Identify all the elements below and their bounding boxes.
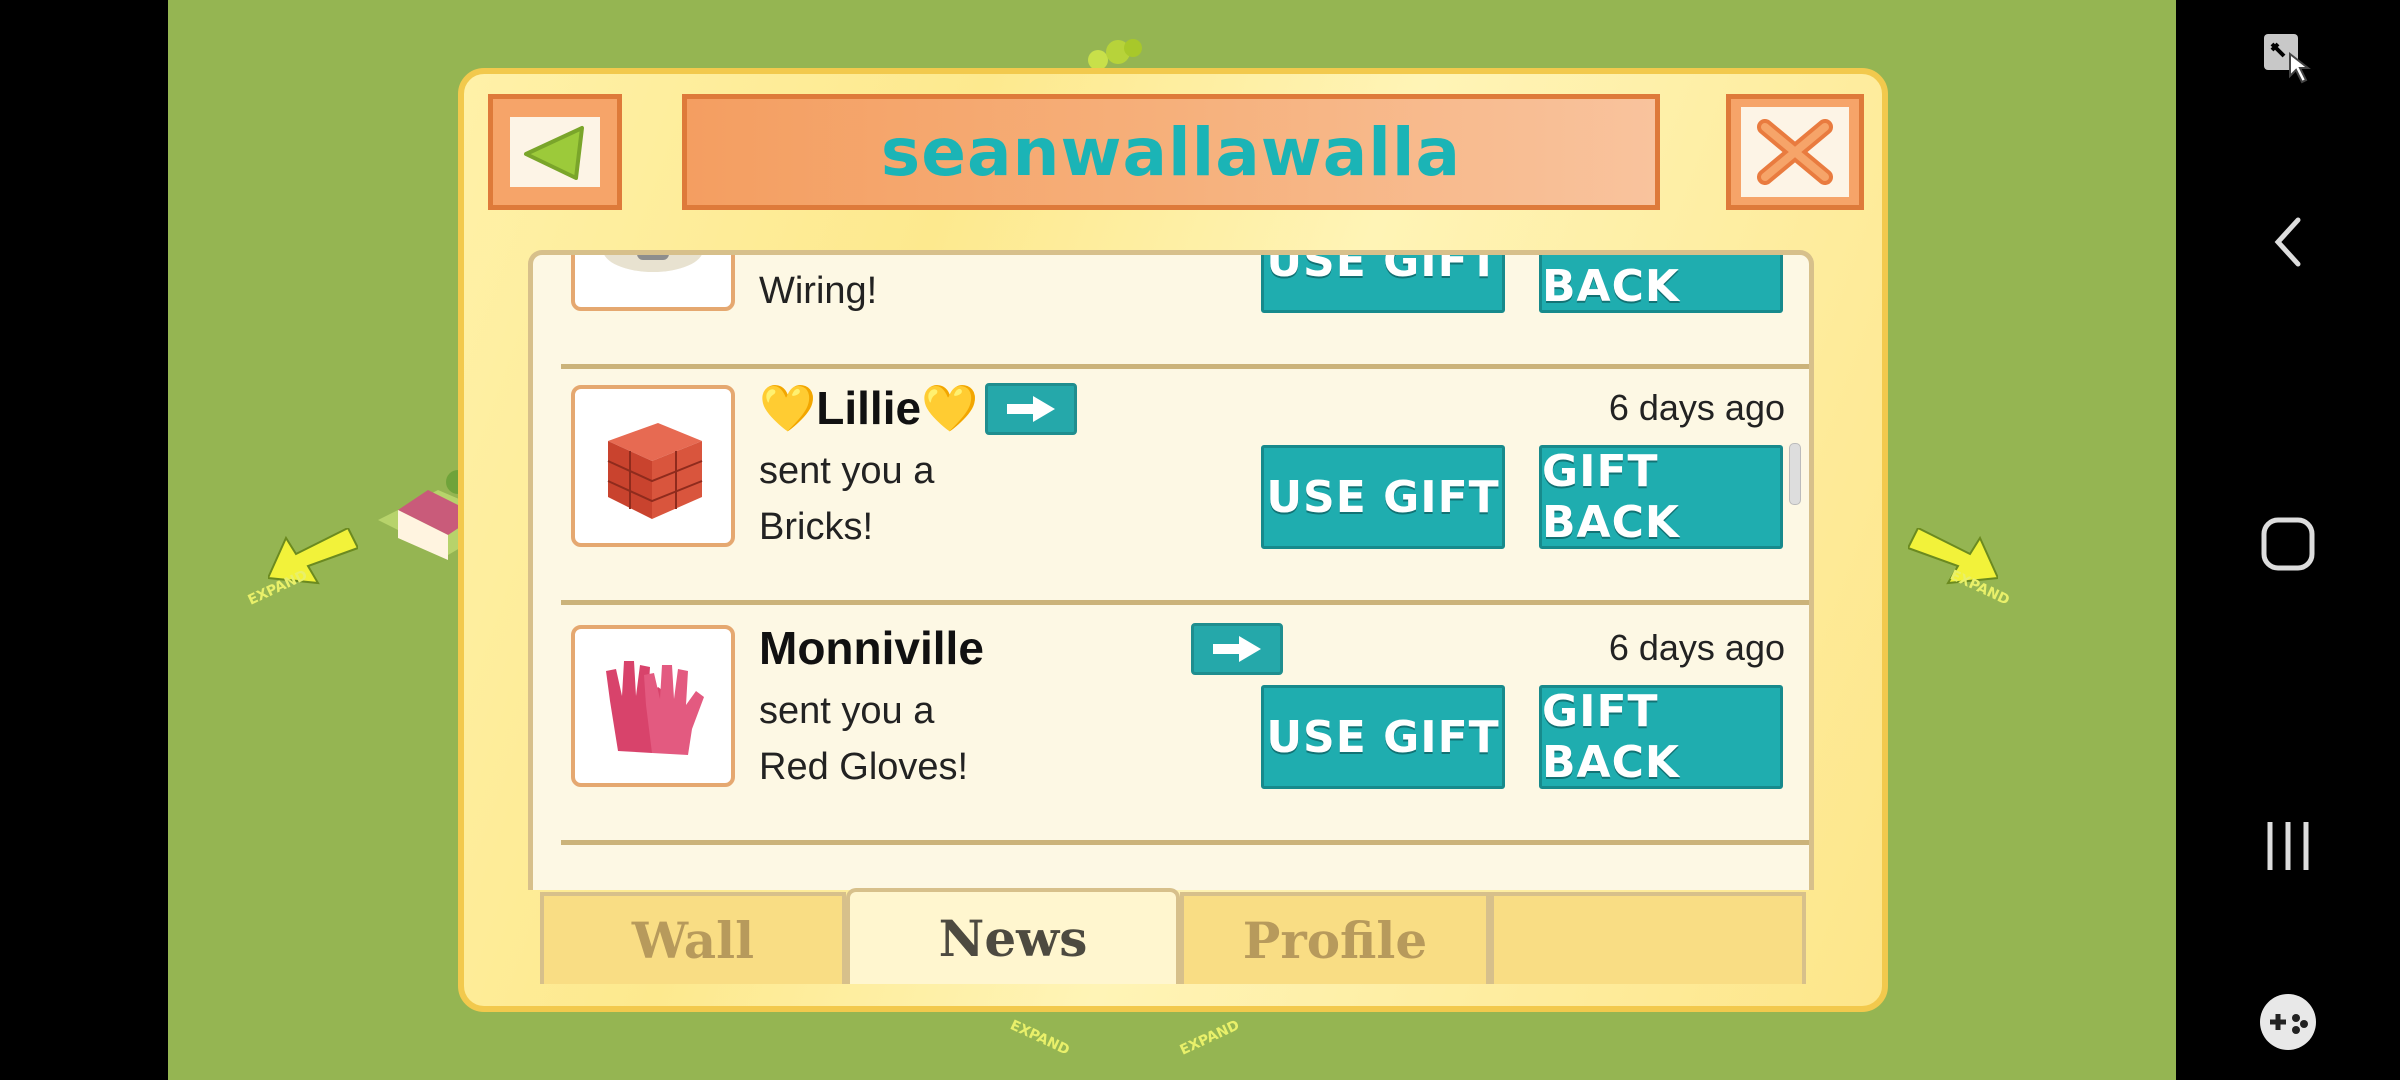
plant-icon <box>1088 39 1142 70</box>
timestamp: 6 days ago <box>1608 387 1785 428</box>
close-button[interactable] <box>1726 94 1864 210</box>
tab-wall[interactable]: Wall <box>540 892 846 984</box>
profile-name: seanwallawalla <box>880 113 1462 191</box>
red-gloves-icon <box>571 625 735 787</box>
sender-name: 💛Lillie💛 <box>759 382 979 434</box>
game-map[interactable]: EXPAND EXPAND EXPAND EXPAND seanwallawal… <box>168 0 2176 1080</box>
close-icon <box>1757 119 1833 185</box>
green-triangle-left-icon <box>524 126 584 180</box>
gift-message: sent you a Wiring! <box>759 255 934 312</box>
timestamp: 6 days ago <box>1608 627 1785 668</box>
use-gift-button[interactable]: USE GIFT <box>1261 445 1505 549</box>
row-divider <box>561 600 1809 605</box>
gift-back-button[interactable]: GIFT BACK <box>1539 255 1783 313</box>
sender-name: Monniville <box>759 622 984 674</box>
visit-friend-button[interactable] <box>985 383 1077 435</box>
back-nav-button[interactable] <box>2176 206 2400 278</box>
news-feed-list[interactable]: sent you a Wiring! USE GIFT GIFT BACK <box>528 250 1814 890</box>
friend-profile-dialog: seanwallawalla Wiring! USE GIFT BACK 💛Li… <box>458 68 1888 1012</box>
gift-message: sent you a Bricks! <box>759 450 935 548</box>
game-controller-button[interactable] <box>2176 990 2400 1054</box>
tab-empty[interactable] <box>1490 892 1806 984</box>
use-gift-button[interactable]: USE GIFT <box>1261 255 1505 313</box>
back-button[interactable] <box>488 94 622 210</box>
gift-message: sent you a Red Gloves! <box>759 690 969 788</box>
tab-news[interactable]: News <box>846 888 1180 984</box>
tab-profile[interactable]: Profile <box>1180 892 1490 984</box>
visit-friend-button[interactable] <box>1191 623 1283 675</box>
title-bar: seanwallawalla <box>682 94 1660 210</box>
gift-row: 💛Lillie💛 sent you a Bricks! 6 days ago U… <box>561 369 1809 605</box>
use-gift-button[interactable]: USE GIFT <box>1261 685 1505 789</box>
wiring-spool-icon <box>571 255 735 311</box>
expand-label: EXPAND <box>1007 1017 1072 1059</box>
arrow-right-icon <box>1007 396 1055 422</box>
game-tools-icon <box>2264 34 2311 84</box>
recents-nav-button[interactable] <box>2176 810 2400 882</box>
arrow-right-icon <box>1213 636 1261 662</box>
game-controller-icon <box>2260 994 2316 1050</box>
game-tools-button[interactable] <box>2176 26 2400 90</box>
system-navbar <box>2176 0 2400 1080</box>
gift-back-button[interactable]: GIFT BACK <box>1539 445 1783 549</box>
recents-icon <box>2267 822 2309 870</box>
row-divider <box>561 840 1809 845</box>
back-icon <box>2274 217 2301 267</box>
home-icon <box>2261 517 2315 571</box>
scrollbar[interactable] <box>1789 443 1801 505</box>
gift-back-button[interactable]: GIFT BACK <box>1539 685 1783 789</box>
expand-label: EXPAND <box>1177 1017 1242 1059</box>
tab-bar: Wall News Profile <box>540 888 1816 984</box>
bricks-icon <box>571 385 735 547</box>
home-nav-button[interactable] <box>2176 508 2400 580</box>
gift-row: sent you a Wiring! USE GIFT GIFT BACK <box>561 255 1809 369</box>
gift-row: Monniville sent you a Red Gloves! 6 days… <box>561 609 1809 845</box>
